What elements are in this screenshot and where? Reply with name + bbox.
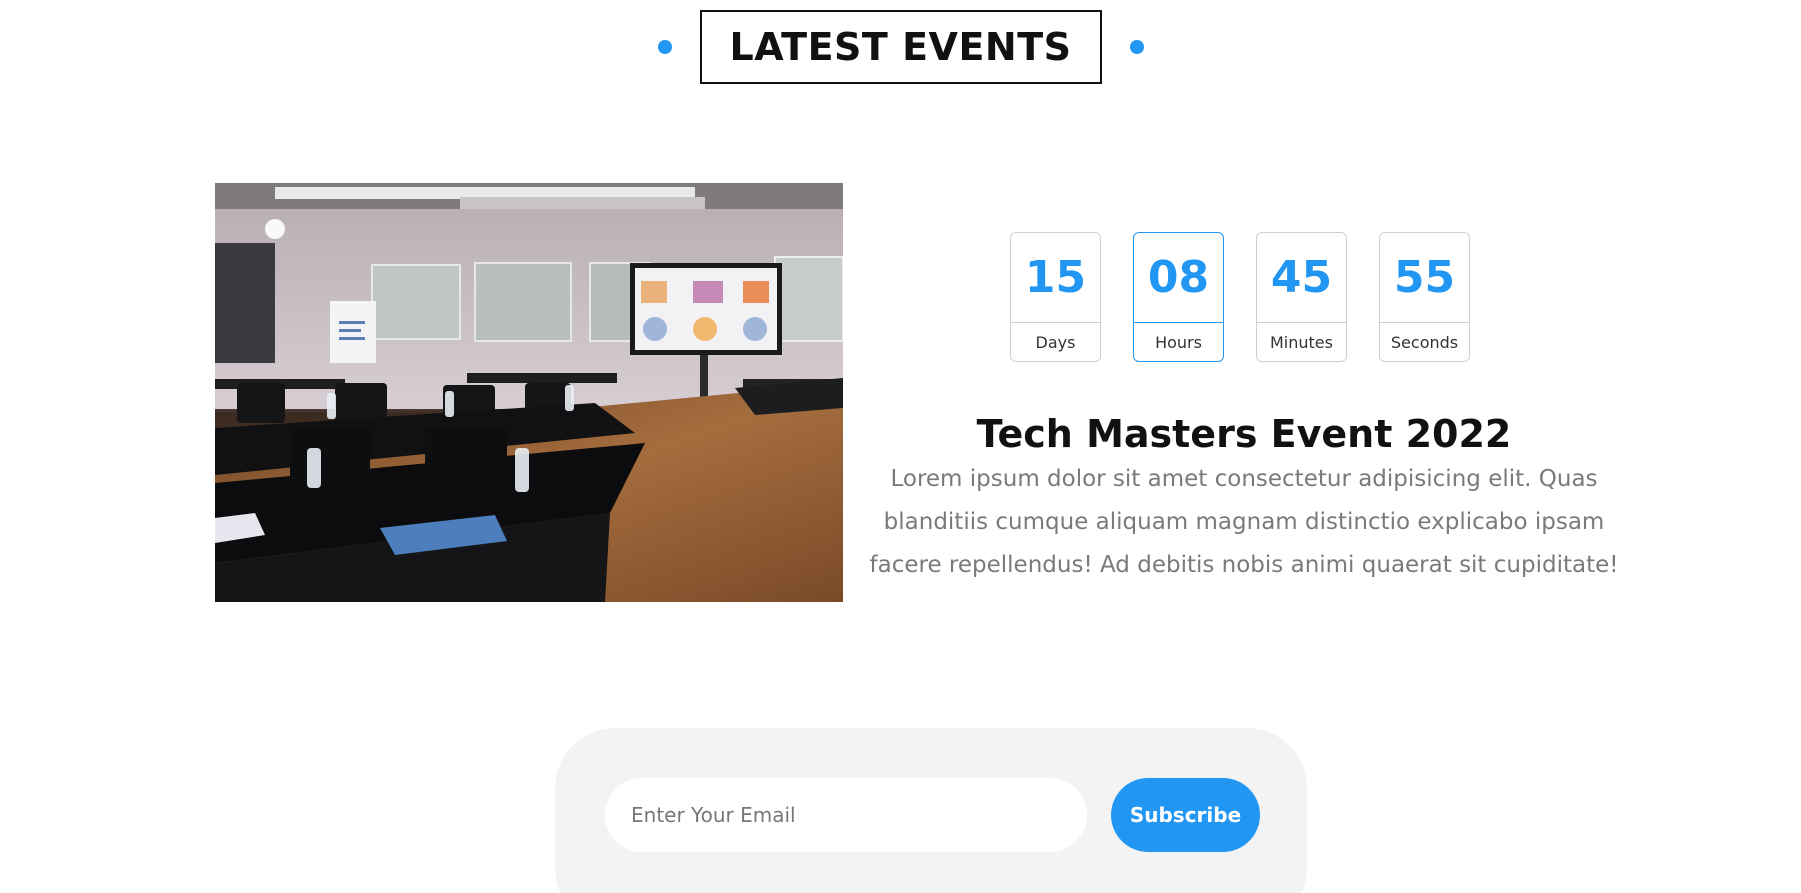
- countdown-minutes: 45 Minutes: [1256, 232, 1347, 362]
- right-dot-decoration: [1129, 40, 1144, 54]
- countdown-timer: 15 Days 08 Hours 45 Minutes 55 Seconds: [1010, 232, 1470, 362]
- countdown-value: 08: [1134, 233, 1223, 323]
- event-image: [215, 183, 843, 602]
- countdown-seconds: 55 Seconds: [1379, 232, 1470, 362]
- countdown-label: Minutes: [1270, 332, 1333, 352]
- event-title: Tech Masters Event 2022: [976, 412, 1512, 456]
- page: LATEST EVENTS 15 Days 08 Hours 45 Minute…: [0, 0, 1801, 893]
- countdown-value: 15: [1011, 233, 1100, 323]
- countdown-value: 55: [1380, 233, 1469, 323]
- subscribe-panel: Subscribe: [555, 728, 1307, 893]
- subscribe-button[interactable]: Subscribe: [1111, 778, 1260, 852]
- countdown-value: 45: [1257, 233, 1346, 323]
- countdown-days: 15 Days: [1010, 232, 1101, 362]
- countdown-hours: 08 Hours: [1133, 232, 1224, 362]
- section-title: LATEST EVENTS: [699, 10, 1102, 84]
- countdown-label: Hours: [1155, 332, 1202, 352]
- event-description: Lorem ipsum dolor sit amet consectetur a…: [869, 466, 1619, 578]
- email-input[interactable]: [605, 778, 1087, 852]
- left-dot-decoration: [657, 40, 672, 54]
- countdown-label: Seconds: [1390, 332, 1459, 352]
- section-header: LATEST EVENTS: [0, 10, 1801, 84]
- countdown-label: Days: [1035, 332, 1076, 352]
